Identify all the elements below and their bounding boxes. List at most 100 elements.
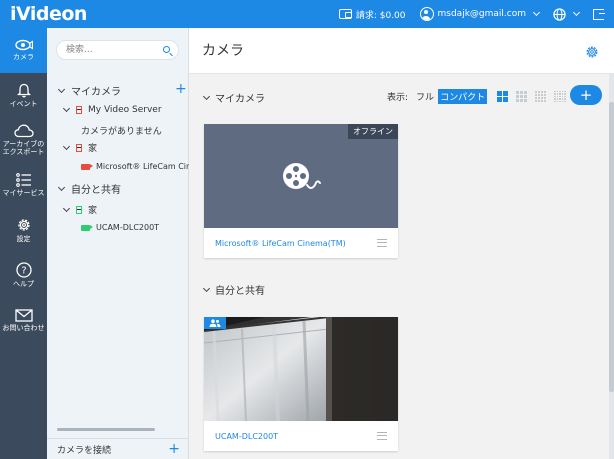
user-icon [419,7,434,21]
svg-text:?: ? [21,266,26,277]
chevron-down-icon [202,284,211,292]
shared-badge [204,317,226,329]
camera-tree-panel: マイカメラ + My Video Server カメラがありません 家 Micr… [47,28,212,459]
chevron-down-icon [62,142,71,150]
rail-label: ヘルプ [13,280,34,289]
rail-label: 設定 [16,235,31,244]
connect-camera-footer[interactable]: カメラを接続 + [47,438,188,459]
grid-4x4-icon[interactable] [535,91,547,102]
rail-item-events[interactable]: イベント [0,73,47,118]
hamburger-menu-icon[interactable] [377,239,387,247]
view-options: 表示: フル コンパクト [387,89,567,104]
rail-item-help[interactable]: ? ヘルプ [0,253,47,298]
top-bar: iVideon 請求: $0.00 msdajk@gmail.com [0,0,614,28]
connect-camera-label: カメラを接続 [57,445,112,456]
chevron-down-icon [62,104,71,113]
grid-3x3-icon[interactable] [516,91,528,102]
camera-thumbnail[interactable] [204,317,398,421]
left-rail: カメラ イベント アーカイブの エクスポート マイサービス 設定 ? ヘルプ お… [0,28,47,459]
chevron-down-icon [57,183,66,191]
account-menu[interactable]: msdajk@gmail.com [419,7,541,21]
tree-group-shared[interactable]: 自分と共有 [57,181,121,196]
chevron-down-icon [57,85,66,93]
billing-link[interactable]: 請求: $0.00 [338,8,406,21]
rail-item-cameras[interactable]: カメラ [0,28,47,73]
tree-item-server[interactable]: My Video Server [62,104,162,115]
search-box [56,40,179,60]
camera-offline-icon [81,163,93,170]
gear-icon [17,219,30,231]
rail-label: マイサービス [2,189,45,198]
tree-group-my-cameras[interactable]: マイカメラ [57,83,121,98]
rail-label: イベント [9,99,38,108]
camera-card[interactable]: UCAM-DLC200T [204,317,398,451]
grid-2x2-icon[interactable] [497,91,509,102]
chevron-down-icon [532,8,541,17]
offline-badge: オフライン [348,124,398,139]
camera-name-link[interactable]: Microsoft® LifeCam Cinema(TM) [215,239,346,248]
camera-card-footer: Microsoft® LifeCam Cinema(TM) [204,228,398,258]
language-menu[interactable] [553,7,581,21]
rail-label: カメラ [13,53,34,62]
chevron-down-icon [202,92,211,100]
section-title: マイカメラ [215,94,265,105]
tree-item-camera[interactable]: UCAM-DLC200T [81,223,159,232]
chevron-down-icon [62,204,71,212]
hamburger-menu-icon[interactable] [377,432,387,440]
rail-item-archive-export[interactable]: アーカイブの エクスポート [0,118,47,163]
tree-item-label: 家 [88,206,98,216]
tree-item-label: My Video Server [88,105,162,115]
logout-icon[interactable] [593,8,605,20]
film-reel-icon [283,163,321,189]
view-label: 表示: [387,93,409,103]
add-icon[interactable]: + [168,442,180,456]
camera-name-link[interactable]: UCAM-DLC200T [215,432,278,441]
tree-scrollbar[interactable] [57,428,155,431]
billing-label: 請求: $0.00 [355,10,406,21]
search-icon[interactable] [163,46,170,53]
bell-icon [16,83,31,98]
wallet-icon [338,9,352,19]
camera-card[interactable]: オフライン Microsoft® LifeCam Cinema(TM) [204,124,398,258]
tree-group-label: 自分と共有 [71,185,121,196]
add-camera-button[interactable]: + [570,85,602,105]
rail-item-my-services[interactable]: マイサービス [0,163,47,208]
tree-item-home-folder[interactable]: 家 [62,141,98,154]
camera-card-footer: UCAM-DLC200T [204,421,398,451]
rail-label: お問い合わせ [2,323,45,332]
camera-thumbnail[interactable]: オフライン [204,124,398,228]
globe-icon [553,7,566,21]
chevron-down-icon [572,8,581,17]
section-title: 自分と共有 [215,286,265,297]
gear-icon[interactable] [585,45,599,59]
page-title: カメラ [202,43,244,59]
ivideon-logo[interactable]: iVideon [10,3,87,25]
camera-snapshot-image [204,317,398,421]
section-my-cameras[interactable]: マイカメラ [202,90,265,105]
mail-icon [14,309,33,322]
rail-item-settings[interactable]: 設定 [0,208,47,253]
list-icon [15,173,31,188]
cloud-icon [13,124,34,138]
view-full-option[interactable]: フル [414,89,436,104]
main-scrollbar[interactable] [609,74,614,459]
tree-item-label: 家 [88,144,98,154]
tree-empty-message: カメラがありません [81,127,162,137]
main-content: カメラ マイカメラ 表示: フル コンパクト + オフライン Microsoft… [189,28,614,459]
camera-icon [14,39,33,51]
grid-5x5-icon[interactable] [554,90,567,103]
tree-item-shared-folder[interactable]: 家 [62,203,98,216]
account-email: msdajk@gmail.com [437,9,526,19]
rail-label: アーカイブの エクスポート [2,140,45,156]
search-input[interactable] [66,41,166,59]
tree-item-label: UCAM-DLC200T [96,223,160,232]
add-camera-plus-icon[interactable]: + [175,82,187,96]
users-icon [209,319,221,327]
rail-item-contact[interactable]: お問い合わせ [0,298,47,343]
help-icon: ? [15,262,32,278]
section-shared[interactable]: 自分と共有 [202,282,265,297]
folder-icon [76,205,82,214]
view-compact-option[interactable]: コンパクト [438,89,488,104]
folder-icon [76,143,82,152]
main-header: カメラ [189,28,614,74]
